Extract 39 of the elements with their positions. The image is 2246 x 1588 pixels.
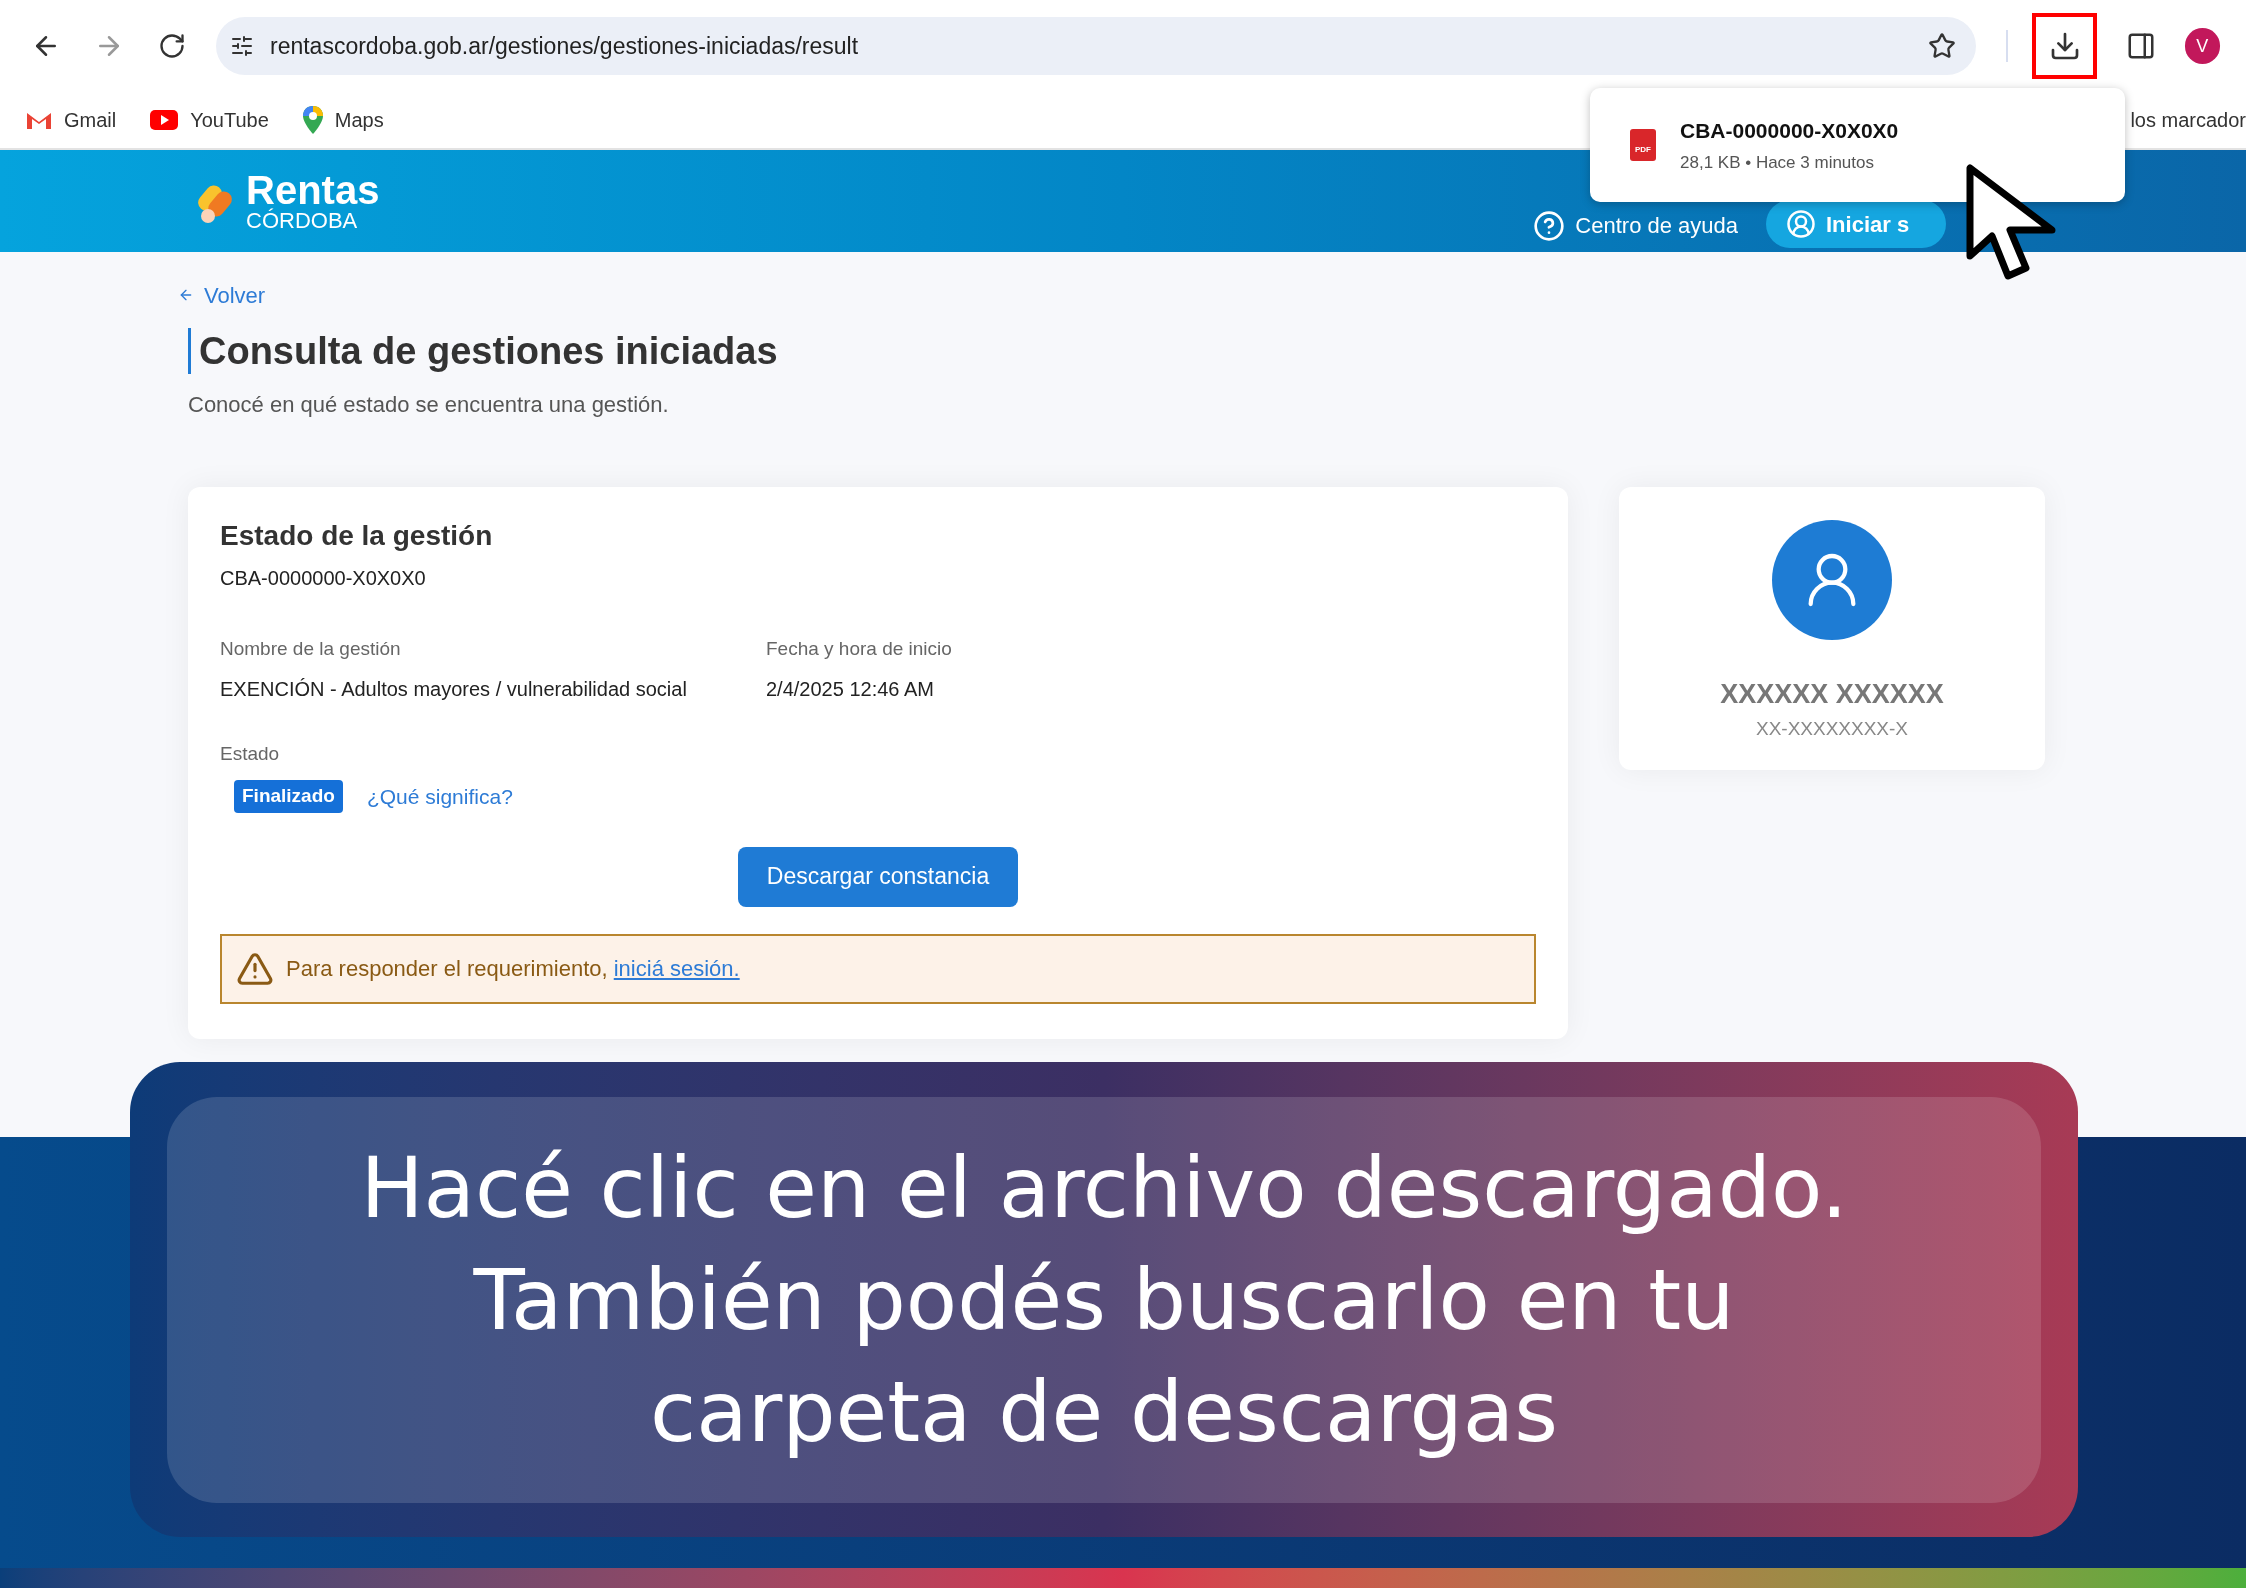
status-badge: Finalizado <box>234 780 343 813</box>
field-value: 2/4/2025 12:46 AM <box>766 676 935 702</box>
logo-subtitle: CÓRDOBA <box>246 210 359 232</box>
mail-icon <box>26 110 52 130</box>
profile-avatar[interactable]: V <box>2184 28 2220 64</box>
field-label: Fecha y hora de inicio <box>766 637 952 661</box>
warning-text: Para responder el requerimiento, iniciá sesión. <box>286 955 740 983</box>
status-help-link[interactable]: ¿Qué significa? <box>366 780 513 812</box>
bookmark-star-icon[interactable] <box>1928 32 1957 60</box>
caption-text: Hacé clic en el archivo descargado. También podés buscarlo en tu carpeta de descargas <box>360 1137 1848 1463</box>
bookmarks-overflow-text[interactable]: los marcador <box>2130 105 2246 135</box>
page-title: Consulta de gestiones iniciadas <box>199 332 778 370</box>
play-icon <box>150 110 179 130</box>
login-link[interactable]: iniciá sesión. <box>613 956 740 981</box>
gestion-code: CBA-0000000-X0X0X0 <box>220 566 427 591</box>
user-name: XXXXXX XXXXXX <box>1720 678 1944 711</box>
downloaded-file-name[interactable]: CBA-0000000-X0X0X0 <box>1680 114 1899 146</box>
help-icon <box>1533 209 1566 242</box>
back-link[interactable]: Volver <box>178 282 2246 308</box>
download-details: 28,1 KB • Hace 3 minutos <box>1680 152 1875 174</box>
pdf-file-icon: PDF <box>1630 129 1656 161</box>
map-pin-icon <box>302 106 323 134</box>
download-button[interactable] <box>2032 13 2098 79</box>
user-icon <box>1786 209 1816 239</box>
bookmark-item[interactable]: YouTube <box>150 105 269 135</box>
download-certificate-button[interactable]: Descargar constancia <box>738 846 1018 907</box>
field-label: Nombre de la gestión <box>220 637 402 661</box>
url-text: rentascordoba.gob.ar/gestiones/gestiones-iniciadas/result <box>270 31 860 61</box>
page-subtitle: Conocé en qué estado se encuentra una gestión. <box>188 391 670 419</box>
bookmark-item[interactable]: Maps <box>302 105 384 135</box>
user-id: XX-XXXXXXXX-X <box>1755 716 1909 741</box>
address-bar[interactable]: rentascordoba.gob.ar/gestiones/gestiones-iniciadas/result <box>216 17 1977 75</box>
card-title: Estado de la gestión <box>220 519 494 553</box>
reload-icon <box>158 32 187 60</box>
status-label: Estado <box>220 741 281 766</box>
help-link[interactable]: Centro de ayuda <box>1575 209 1738 242</box>
field-value: EXENCIÓN - Adultos mayores / vulnerabilidad social <box>220 676 688 702</box>
bookmark-item[interactable]: Gmail <box>26 105 117 135</box>
site-settings-icon[interactable] <box>230 34 254 58</box>
